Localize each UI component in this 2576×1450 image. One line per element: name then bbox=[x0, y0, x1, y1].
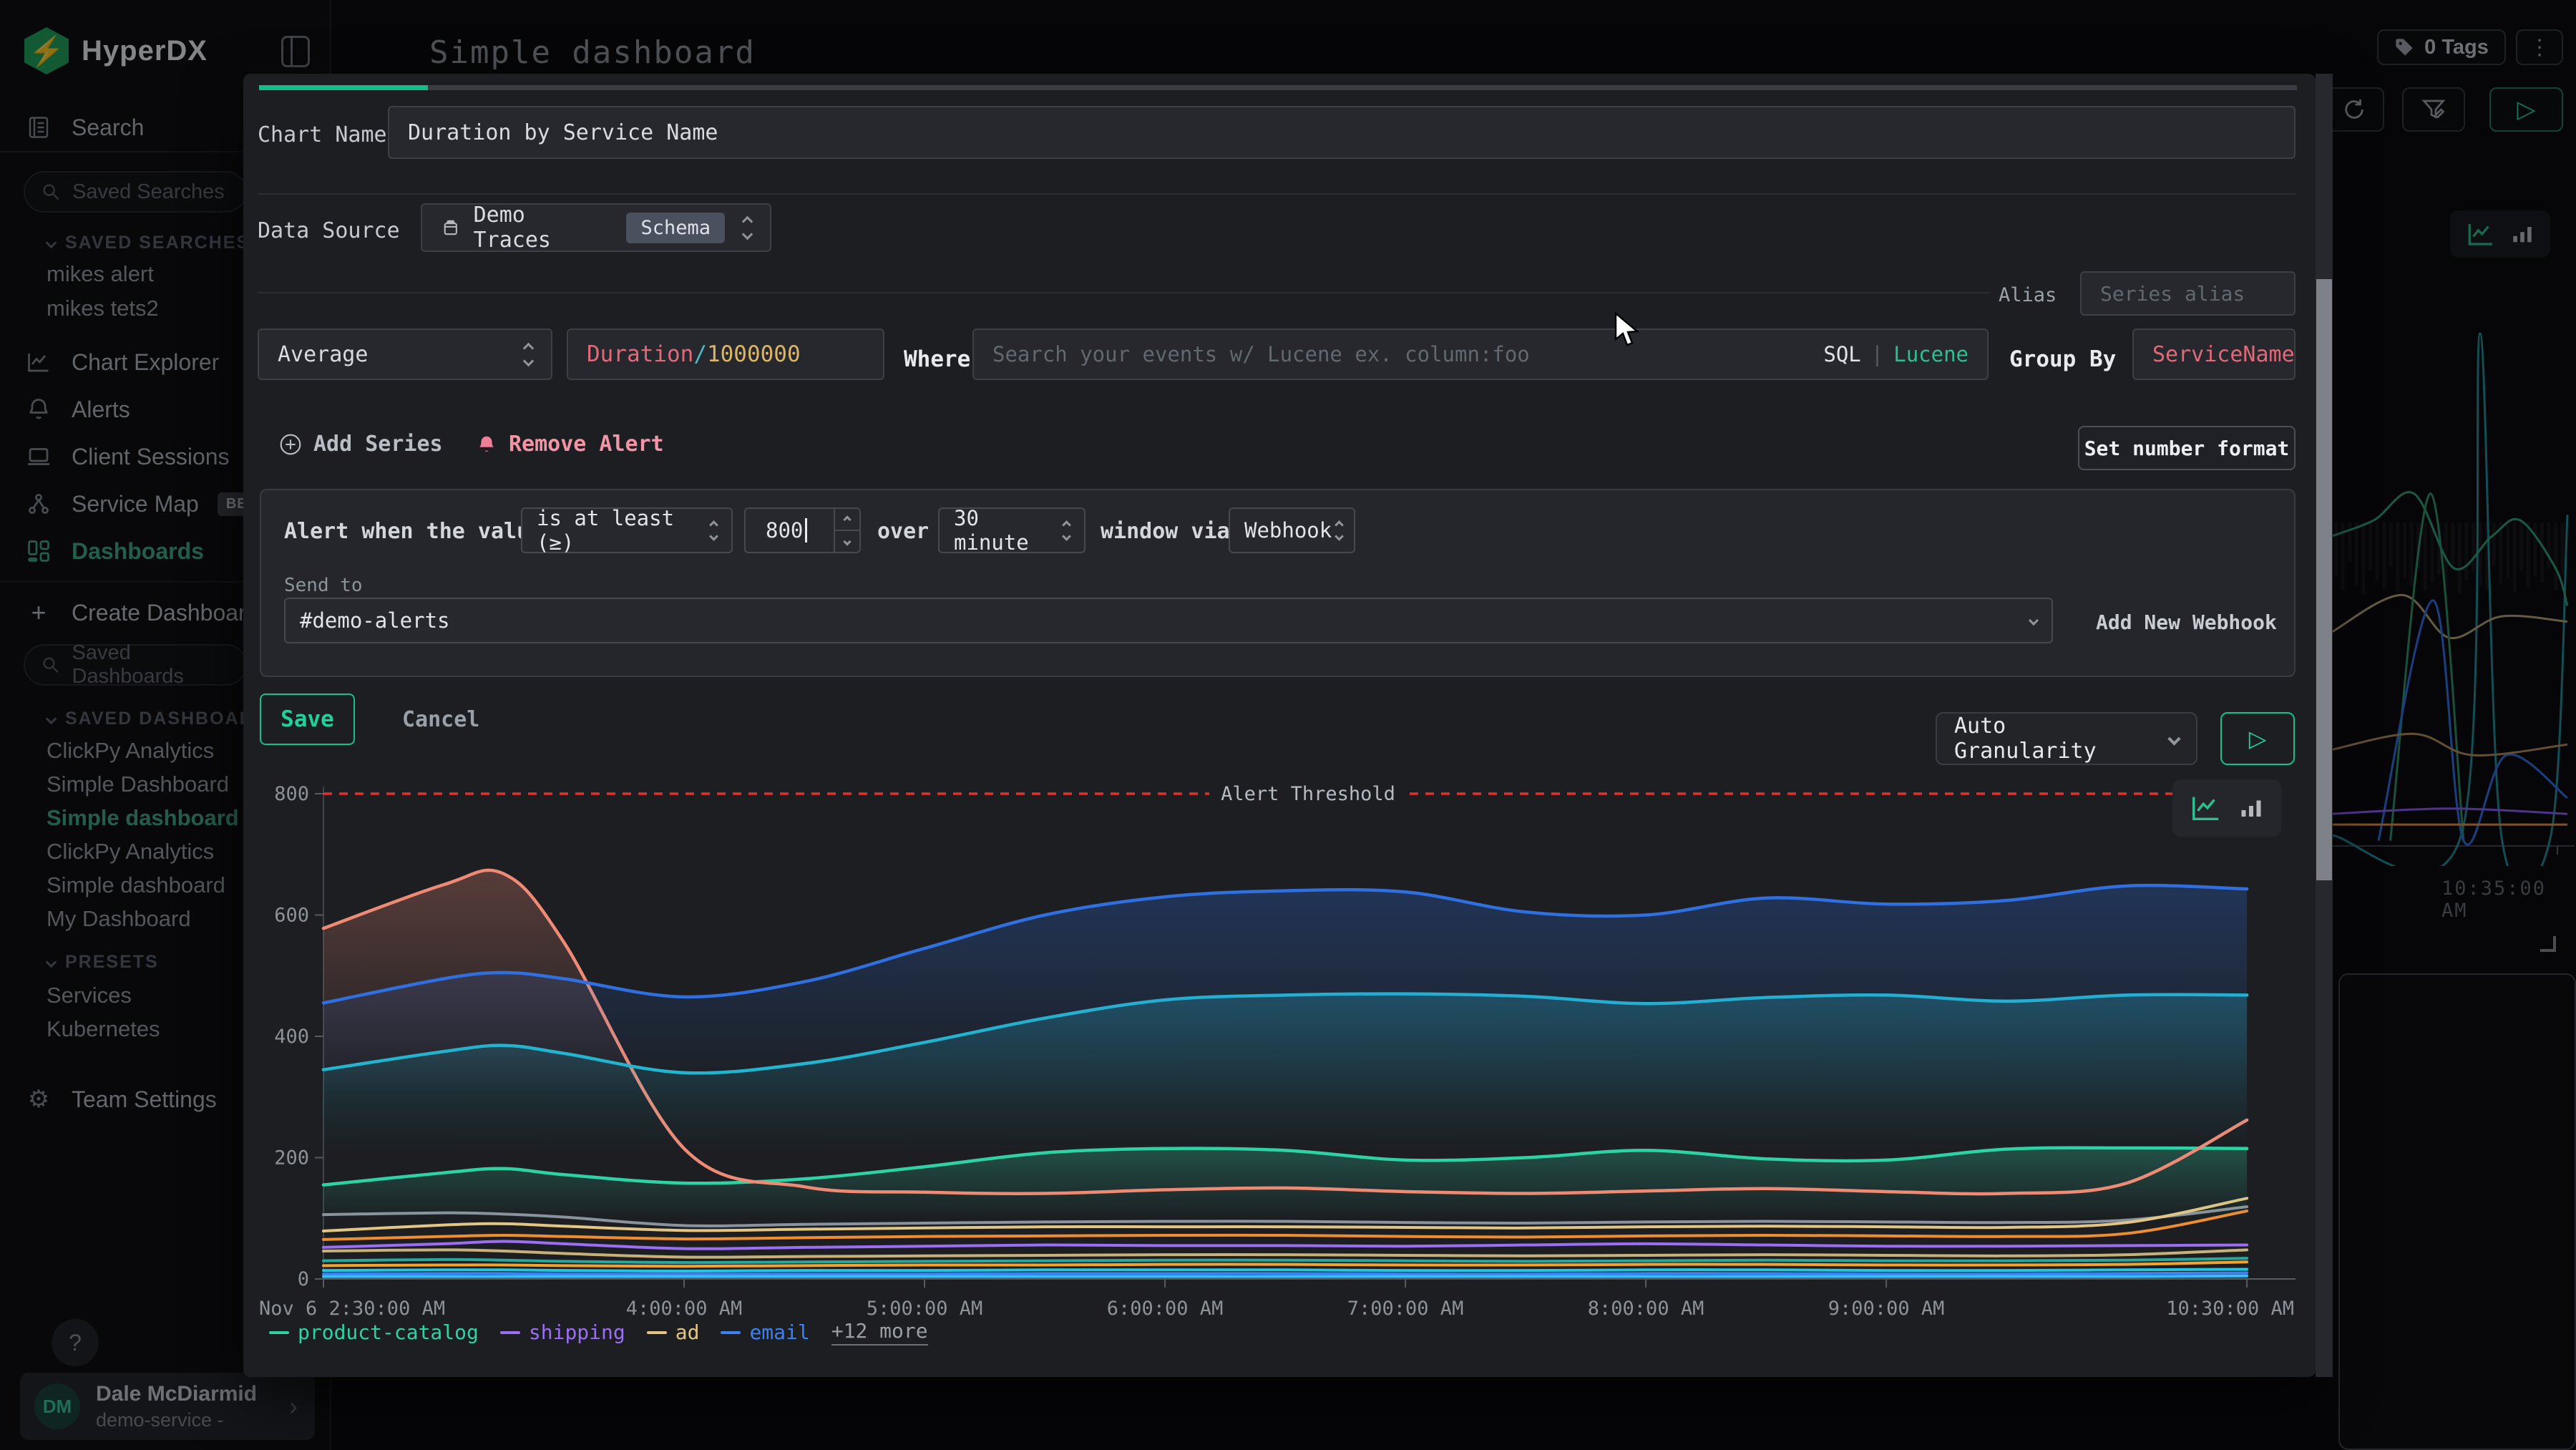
run-chart-button[interactable]: ▷ bbox=[2220, 712, 2295, 765]
line-chart-icon bbox=[2190, 792, 2223, 824]
over-label: over bbox=[877, 519, 929, 544]
bell-icon bbox=[476, 434, 497, 455]
select-chevrons-icon bbox=[1332, 522, 1342, 540]
data-source-label: Data Source bbox=[258, 218, 400, 243]
text-caret bbox=[805, 518, 807, 542]
window-via-label: window via bbox=[1101, 519, 1230, 544]
query-language-toggle[interactable]: SQL|Lucene bbox=[1823, 342, 1968, 366]
save-button[interactable]: Save bbox=[260, 694, 355, 745]
alias-input[interactable]: Series alias bbox=[2080, 271, 2296, 316]
bar-chart-icon bbox=[2238, 795, 2264, 821]
svg-text:8:00:00 AM: 8:00:00 AM bbox=[1588, 1298, 1704, 1320]
edit-chart-modal: Chart Name Duration by Service Name Data… bbox=[243, 74, 2316, 1377]
svg-text:400: 400 bbox=[274, 1026, 309, 1048]
add-series-button[interactable]: Add Series bbox=[279, 432, 443, 457]
chevron-down-icon bbox=[2158, 734, 2179, 744]
app-root: ⚡ HyperDX Search Saved Searches SAVED SE… bbox=[0, 0, 2576, 1450]
alert-config-panel: Alert when the value is at least (≥) 800… bbox=[260, 489, 2296, 677]
modal-scrollbar[interactable] bbox=[2316, 74, 2333, 1377]
svg-text:5:00:00 AM: 5:00:00 AM bbox=[867, 1298, 983, 1320]
formula-input[interactable]: Duration/1000000 bbox=[567, 329, 884, 380]
select-chevrons-icon bbox=[1059, 522, 1070, 540]
mouse-cursor bbox=[1614, 312, 1646, 349]
legend-swatch bbox=[721, 1331, 741, 1334]
svg-text:600: 600 bbox=[274, 905, 309, 927]
svg-text:9:00:00 AM: 9:00:00 AM bbox=[1828, 1298, 1945, 1320]
alert-threshold-input[interactable]: 800 bbox=[744, 507, 861, 553]
legend-swatch bbox=[500, 1331, 520, 1334]
legend-label: product-catalog bbox=[298, 1320, 479, 1344]
legend-swatch bbox=[269, 1331, 289, 1334]
svg-text:10:30:00 AM: 10:30:00 AM bbox=[2166, 1298, 2294, 1320]
select-chevrons-icon bbox=[513, 344, 532, 365]
legend-label: ad bbox=[675, 1320, 700, 1344]
svg-text:4:00:00 AM: 4:00:00 AM bbox=[626, 1298, 743, 1320]
chart-name-input[interactable]: Duration by Service Name bbox=[388, 106, 2296, 159]
scrollbar-thumb[interactable] bbox=[2316, 279, 2332, 880]
svg-text:800: 800 bbox=[274, 783, 309, 805]
alias-label: Alias bbox=[1999, 284, 2057, 306]
alert-channel-select[interactable]: Webhook bbox=[1229, 507, 1355, 553]
legend-swatch bbox=[647, 1331, 667, 1334]
divider bbox=[258, 292, 1989, 293]
plus-circle-icon bbox=[279, 433, 302, 456]
svg-text:6:00:00 AM: 6:00:00 AM bbox=[1107, 1298, 1224, 1320]
svg-text:Nov 6 2:30:00 AM: Nov 6 2:30:00 AM bbox=[259, 1298, 445, 1320]
alert-condition-select[interactable]: is at least (≥) bbox=[521, 507, 733, 553]
group-by-input[interactable]: ServiceName bbox=[2132, 329, 2296, 380]
legend-item[interactable]: ad bbox=[647, 1320, 700, 1344]
modal-accent-progress bbox=[259, 85, 428, 90]
legend-label: email bbox=[749, 1320, 809, 1344]
svg-text:0: 0 bbox=[298, 1268, 309, 1290]
chart-legend: product-catalog shipping ad email +12 more bbox=[269, 1319, 928, 1346]
number-spinner[interactable] bbox=[834, 509, 859, 552]
webhook-select[interactable]: #demo-alerts bbox=[284, 598, 2053, 643]
svg-text:Alert Threshold: Alert Threshold bbox=[1221, 783, 1395, 805]
legend-item[interactable]: product-catalog bbox=[269, 1320, 479, 1344]
aggregation-select[interactable]: Average bbox=[258, 329, 552, 380]
data-source-select[interactable]: Demo Traces Schema bbox=[421, 203, 771, 252]
cancel-button[interactable]: Cancel bbox=[402, 694, 479, 745]
legend-label: shipping bbox=[529, 1320, 625, 1344]
add-new-webhook-button[interactable]: Add New Webhook bbox=[2096, 610, 2277, 634]
select-chevrons-icon bbox=[738, 218, 751, 238]
remove-alert-button[interactable]: Remove Alert bbox=[476, 432, 664, 457]
chart-type-toggle[interactable] bbox=[2172, 779, 2281, 837]
modal-accent-bar bbox=[259, 85, 2297, 90]
legend-item[interactable]: email bbox=[721, 1320, 809, 1344]
chevron-down-icon bbox=[2019, 617, 2037, 624]
where-search-input[interactable]: Search your events w/ Lucene ex. column:… bbox=[972, 329, 1989, 380]
divider bbox=[258, 193, 2296, 195]
alert-window-select[interactable]: 30 minute bbox=[938, 507, 1085, 553]
alert-prefix-label: Alert when the value bbox=[284, 519, 542, 544]
svg-text:7:00:00 AM: 7:00:00 AM bbox=[1347, 1298, 1464, 1320]
chart-name-label: Chart Name bbox=[258, 122, 387, 147]
legend-item[interactable]: shipping bbox=[500, 1320, 625, 1344]
group-by-label: Group By bbox=[2009, 346, 2116, 372]
duration-chart: 0 200 400 600 800 Nov 6 2:30:00 AM 4:00:00 AM 5… bbox=[258, 759, 2296, 1348]
database-icon bbox=[441, 218, 461, 238]
set-number-format-button[interactable]: Set number format bbox=[2078, 426, 2296, 470]
where-label: Where bbox=[904, 346, 970, 372]
schema-badge[interactable]: Schema bbox=[626, 213, 725, 243]
send-to-label: Send to bbox=[284, 575, 363, 596]
granularity-select[interactable]: Auto Granularity bbox=[1936, 712, 2197, 765]
select-chevrons-icon bbox=[706, 522, 717, 540]
svg-text:200: 200 bbox=[274, 1147, 309, 1169]
legend-more-button[interactable]: +12 more bbox=[831, 1319, 928, 1346]
